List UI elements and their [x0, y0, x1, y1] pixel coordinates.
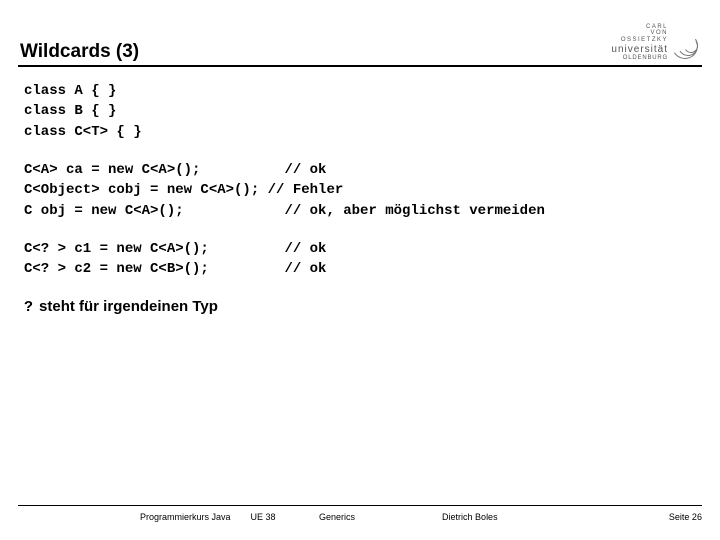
footer-unit: UE 38: [251, 512, 319, 522]
code-block-declarations: class A { } class B { } class C<T> { }: [24, 81, 702, 142]
header-row: Wildcards (3) CARL VON OSSIETZKY univers…: [18, 24, 702, 67]
footer-author: Dietrich Boles: [442, 512, 606, 522]
logo-word: universität: [611, 44, 668, 55]
logo-arcs-icon: [670, 37, 698, 61]
footer: Programmierkurs Java UE 38 Generics Diet…: [18, 505, 702, 522]
university-logo: CARL VON OSSIETZKY universität OLDENBURG: [611, 24, 702, 63]
footer-topic: Generics: [319, 512, 442, 522]
content-area: class A { } class B { } class C<T> { } C…: [18, 81, 702, 315]
footer-page: Seite 26: [606, 512, 702, 522]
page-title: Wildcards (3): [18, 41, 139, 63]
wildcard-symbol: ?: [24, 299, 33, 316]
logo-line: OSSIETZKY: [611, 37, 668, 43]
slide: Wildcards (3) CARL VON OSSIETZKY univers…: [0, 0, 720, 540]
logo-city: OLDENBURG: [611, 55, 668, 61]
logo-text-block: CARL VON OSSIETZKY universität OLDENBURG: [611, 24, 668, 61]
note-text: steht für irgendeinen Typ: [39, 298, 218, 315]
note-line: ? steht für irgendeinen Typ: [24, 298, 702, 316]
code-block-assignments: C<A> ca = new C<A>(); // ok C<Object> co…: [24, 160, 702, 221]
footer-course: Programmierkurs Java: [18, 512, 251, 522]
code-block-wildcards: C<? > c1 = new C<A>(); // ok C<? > c2 = …: [24, 239, 702, 280]
